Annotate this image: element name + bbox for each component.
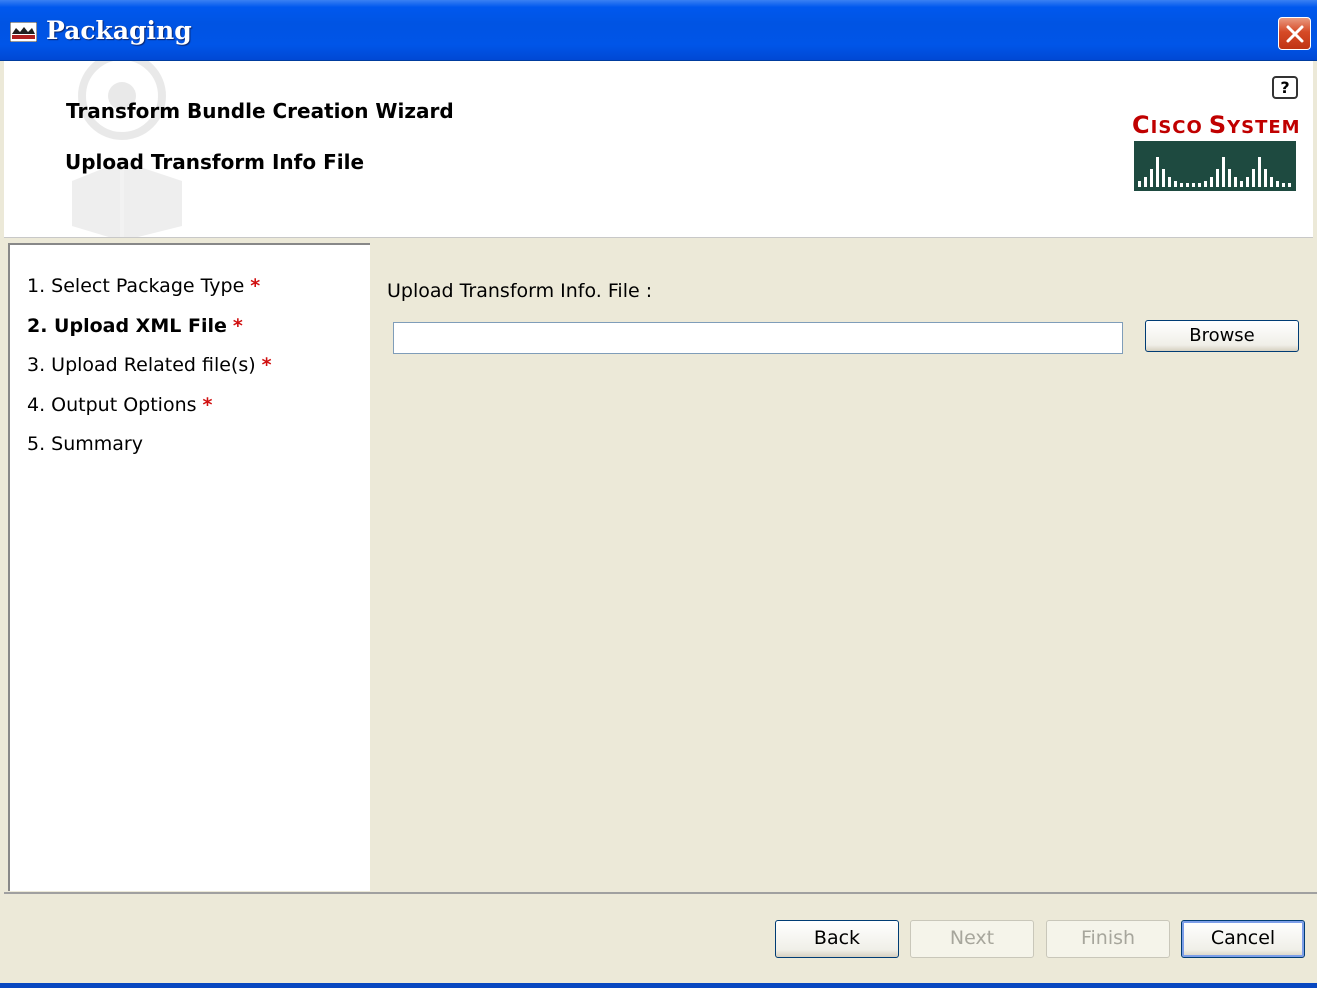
close-button[interactable]	[1278, 17, 1311, 50]
window-title: Packaging	[46, 16, 192, 45]
step-title: Upload Transform Info File	[65, 150, 365, 174]
step-label: 5. Summary	[27, 433, 143, 455]
wizard-content: Upload Transform Info. File : Browse	[372, 240, 1317, 892]
browse-button[interactable]: Browse	[1145, 320, 1299, 352]
step-output-options: 4. Output Options *	[27, 394, 212, 416]
wizard-header: Transform Bundle Creation Wizard Upload …	[4, 61, 1313, 238]
step-label: 1. Select Package Type	[27, 275, 245, 297]
close-icon	[1286, 25, 1304, 43]
cisco-logo-wordmark: CISCOSYSTEMS	[1132, 111, 1313, 145]
step-summary: 5. Summary	[27, 433, 143, 455]
step-label: 3. Upload Related file(s)	[27, 354, 256, 376]
required-marker: *	[232, 315, 243, 337]
upload-file-label: Upload Transform Info. File :	[387, 280, 653, 302]
packaging-app-icon	[10, 22, 37, 42]
wizard-steps-panel: 1. Select Package Type * 2. Upload XML Fi…	[8, 243, 370, 891]
cancel-button[interactable]: Cancel	[1181, 920, 1305, 958]
finish-button[interactable]: Finish	[1046, 920, 1170, 958]
window-bottom-border	[0, 983, 1317, 988]
step-upload-related-files: 3. Upload Related file(s) *	[27, 354, 272, 376]
title-bar[interactable]: Packaging	[0, 0, 1317, 61]
help-icon[interactable]: ?	[1272, 76, 1298, 99]
required-marker: *	[261, 354, 272, 376]
cisco-logo-bars	[1134, 141, 1296, 191]
svg-text:CISCOSYSTEMS: CISCOSYSTEMS	[1132, 111, 1300, 139]
step-label: 2. Upload XML File	[27, 315, 227, 337]
file-path-input[interactable]	[393, 322, 1123, 354]
back-button[interactable]: Back	[775, 920, 899, 958]
wizard-footer: Back Next Finish Cancel	[4, 892, 1317, 988]
step-upload-xml-file: 2. Upload XML File *	[27, 315, 243, 337]
required-marker: *	[250, 275, 261, 297]
next-button[interactable]: Next	[910, 920, 1034, 958]
packaging-window: Packaging Transform Bundle Creation Wiza…	[0, 0, 1317, 988]
wizard-title: Transform Bundle Creation Wizard	[66, 99, 454, 123]
required-marker: *	[202, 394, 213, 416]
step-label: 4. Output Options	[27, 394, 197, 416]
browse-label: Browse	[1189, 325, 1255, 346]
step-select-package-type: 1. Select Package Type *	[27, 275, 260, 297]
